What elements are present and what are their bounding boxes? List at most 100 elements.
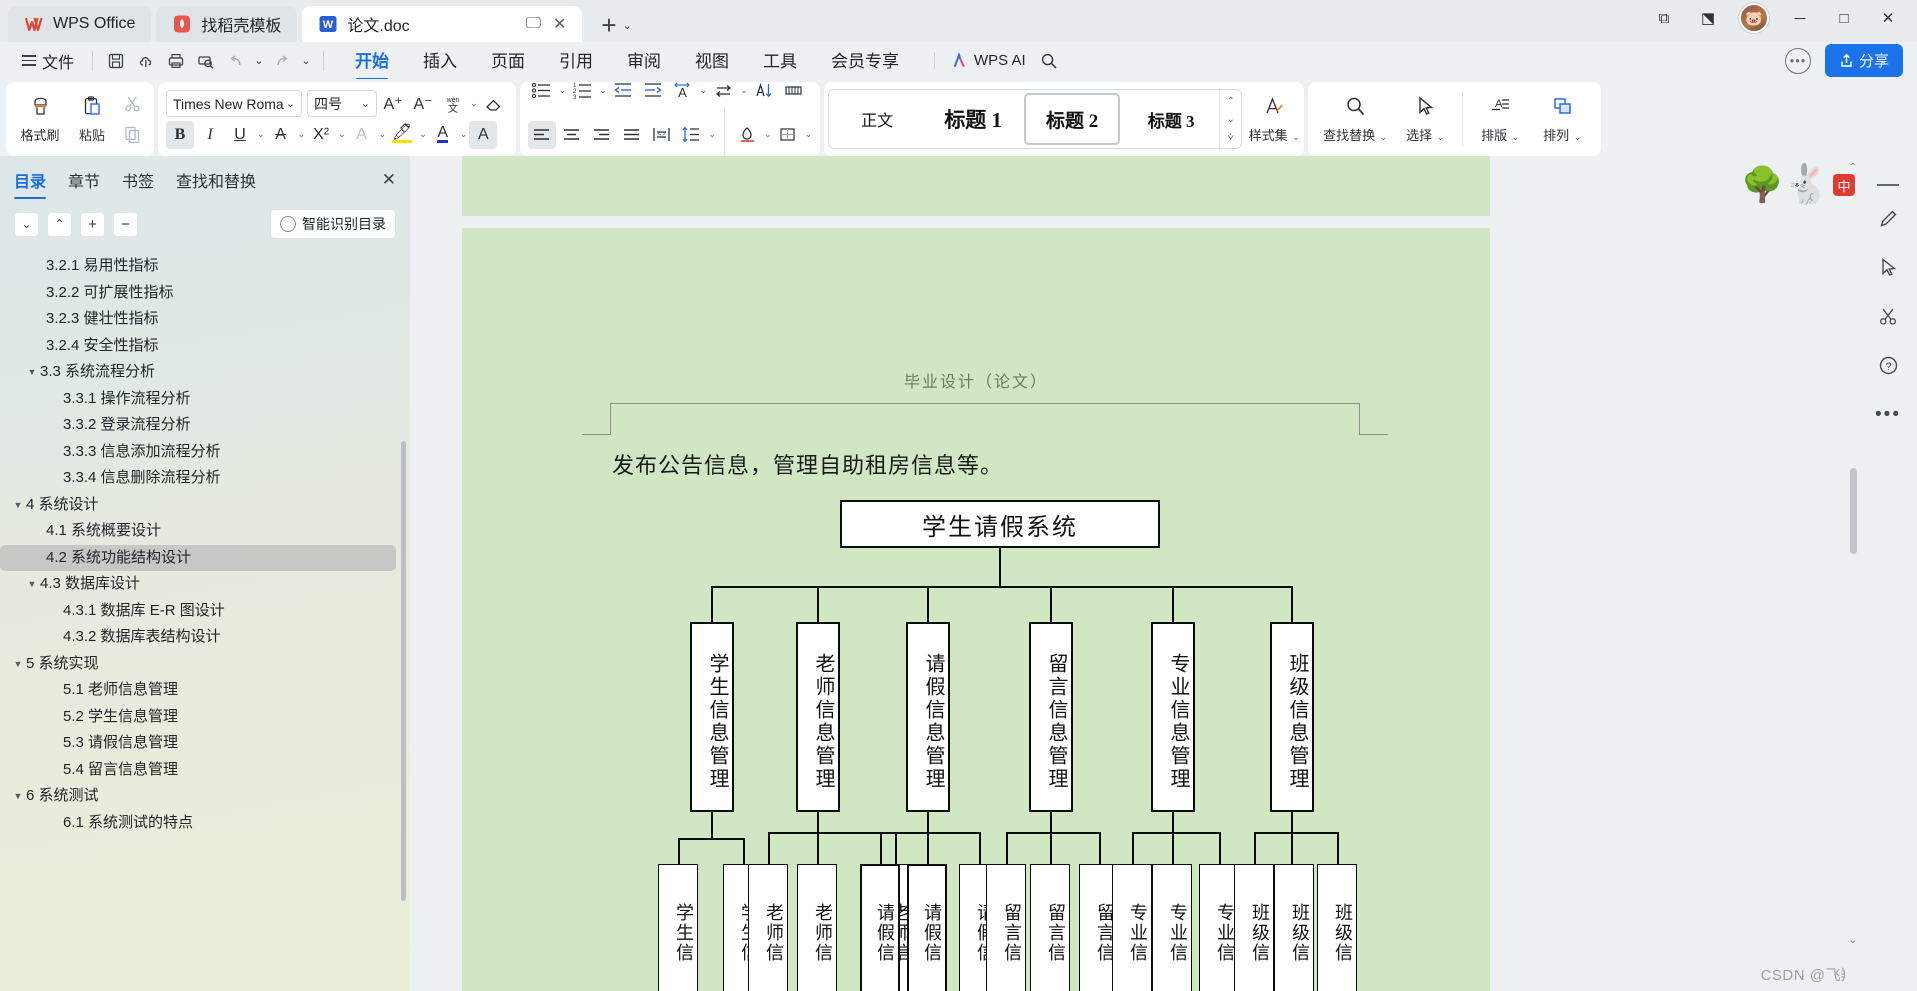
menu-item-member[interactable]: 会员专享 [814,43,916,78]
toc-item-4-3-2[interactable]: 4.3.2 数据库表结构设计 [0,624,410,651]
text-effect-button[interactable]: A [348,121,376,149]
sort-icon[interactable] [750,77,778,105]
split-screen-icon[interactable]: ⧉ [1651,10,1677,27]
italic-button[interactable]: I [196,121,224,149]
chevron-down-icon[interactable]: ⌄ [257,129,265,140]
cube-icon[interactable]: ⬔ [1695,9,1721,27]
collapse-up-icon[interactable]: ⌃ [47,211,72,237]
menu-item-home[interactable]: 开始 [338,43,406,80]
cloud-sync-icon[interactable] [131,48,161,74]
toc-item-3-3-2[interactable]: 3.3.2 登录流程分析 [0,412,410,439]
style-set-button[interactable]: 样式集 ⌄ [1248,86,1300,152]
document-page[interactable]: 毕业设计（论文） 发布公告信息，管理自助租房信息等。 学生请假系统 学生信息管理… [462,228,1490,991]
vertical-scrollbar-thumb[interactable] [1850,468,1857,554]
toc-item-3-2-2[interactable]: 3.2.2 可扩展性指标 [0,280,410,307]
font-size-select[interactable]: 四号 ⌄ [307,90,377,117]
style-heading-1[interactable]: 标题 1 [925,90,1021,148]
chevron-down-icon[interactable]: ▼ [24,571,40,598]
underline-button[interactable]: U [226,121,254,149]
toc-item-3-2-4[interactable]: 3.2.4 安全性指标 [0,333,410,360]
close-sidebar-icon[interactable]: ✕ [382,170,396,197]
chevron-down-icon[interactable]: ⌄ [419,129,427,140]
sidebar-scrollbar[interactable] [401,441,406,901]
redo-icon[interactable] [267,48,297,74]
chevron-down-icon[interactable]: ⌄ [805,129,813,140]
toc-item-6-1[interactable]: 6.1 系统测试的特点 [0,810,410,837]
select-button[interactable]: 选择 ⌄ [1394,86,1456,152]
sidebar-tab-bookmarks[interactable]: 书签 [122,168,154,199]
chevron-down-icon[interactable]: ⌄ [559,85,567,96]
mascot-widget[interactable]: 🌳 🐇 中 [1705,152,1855,218]
chevron-down-icon[interactable]: ⌄ [623,19,632,32]
scissors-icon[interactable] [118,90,146,118]
borders-icon[interactable] [774,121,802,149]
scroll-down-icon[interactable]: ⌄ [1849,935,1857,946]
chevron-down-icon[interactable]: ⌄ [700,85,708,96]
strikethrough-button[interactable]: A [267,121,295,149]
char-shading-button[interactable]: A [469,120,498,149]
expand-all-icon[interactable]: + [80,211,105,237]
chevron-down-icon[interactable]: ⌄ [709,129,717,140]
chevron-down-icon[interactable]: ▼ [10,783,26,810]
close-window-button[interactable]: ✕ [1875,9,1901,27]
menu-item-view[interactable]: 视图 [678,43,746,78]
avatar[interactable]: 🐷 [1739,3,1769,33]
toc-item-5[interactable]: ▼ 5 系统实现 [0,651,410,678]
monitor-icon[interactable]: 🖵 [526,15,541,33]
chevron-down-icon[interactable]: ▼ [24,359,40,386]
format-painter-button[interactable]: 格式刷 [14,86,66,152]
more-icon[interactable]: ••• [1875,404,1901,426]
menu-item-review[interactable]: 审阅 [610,43,678,78]
scroll-up-icon[interactable]: ⌃ [1226,96,1234,107]
font-color-button[interactable]: A [429,121,457,149]
tab-docer-template[interactable]: 找稻壳模板 [156,6,298,42]
more-options-icon[interactable]: ••• [1784,47,1811,74]
toc-item-3-2-1[interactable]: 3.2.1 易用性指标 [0,253,410,280]
direction-icon[interactable] [709,77,737,105]
scroll-down-icon[interactable]: ⌄ [1226,114,1234,125]
grow-font-button[interactable]: A⁺ [379,90,407,118]
chevron-down-icon[interactable]: ⌄ [298,129,306,140]
toc-item-4-1[interactable]: 4.1 系统概要设计 [0,518,410,545]
toc-item-3-3-4[interactable]: 3.3.4 信息删除流程分析 [0,465,410,492]
pinyin-guide-icon[interactable]: wén 文 [439,90,467,118]
help-icon[interactable]: ? [1878,355,1899,382]
numbered-list-icon[interactable]: 123 [568,77,596,105]
paragraph-marks-icon[interactable] [780,77,808,105]
undo-icon[interactable] [221,48,251,74]
toc-item-3-3[interactable]: ▼ 3.3 系统流程分析 [0,359,410,386]
chevron-down-icon[interactable]: ⌄ [460,129,468,140]
align-distributed-icon[interactable]: <> [648,121,676,149]
minus-icon[interactable] [1877,184,1899,186]
scissors-icon[interactable] [1878,306,1899,333]
find-replace-button[interactable]: 查找替换 ⌄ [1316,86,1394,152]
undo-caret-icon[interactable]: ⌄ [251,48,267,74]
collapse-down-icon[interactable]: ⌄ [14,211,39,237]
shading-icon[interactable] [733,121,761,149]
chevron-down-icon[interactable]: ⌄ [338,129,346,140]
vertical-scrollbar-track[interactable] [1845,156,1859,991]
print-icon[interactable] [161,48,191,74]
toc-item-4-3[interactable]: ▼ 4.3 数据库设计 [0,571,410,598]
toc-item-3-2-3[interactable]: 3.2.3 健壮性指标 [0,306,410,333]
bullet-list-icon[interactable] [528,77,556,105]
chevron-down-icon[interactable]: ⌄ [470,98,478,109]
char-scale-icon[interactable]: A [669,77,697,105]
increase-indent-icon[interactable] [639,77,667,105]
chevron-down-icon[interactable]: ▼ [10,651,26,678]
sidebar-tab-chapters[interactable]: 章节 [68,168,100,199]
chevron-down-icon[interactable]: ▼ [10,492,26,519]
smart-toc-button[interactable]: 智能识别目录 [270,209,396,239]
toc-item-4[interactable]: ▼ 4 系统设计 [0,492,410,519]
maximize-button[interactable]: □ [1831,10,1857,27]
copy-icon[interactable] [118,121,146,149]
arrange-button[interactable]: 排列 ⌄ [1531,86,1593,152]
font-name-select[interactable]: Times New Roma ⌄ [166,90,302,117]
tab-document-active[interactable]: W 论文.doc 🖵 ✕ [302,6,583,42]
search-icon[interactable] [1034,48,1064,74]
sidebar-tab-find-replace[interactable]: 查找和替换 [176,168,256,199]
typeset-button[interactable]: A 排版 ⌄ [1469,86,1531,152]
expand-gallery-icon[interactable]: ⩒ [1228,132,1234,143]
style-normal[interactable]: 正文 [829,90,925,148]
pen-icon[interactable] [1878,208,1899,235]
